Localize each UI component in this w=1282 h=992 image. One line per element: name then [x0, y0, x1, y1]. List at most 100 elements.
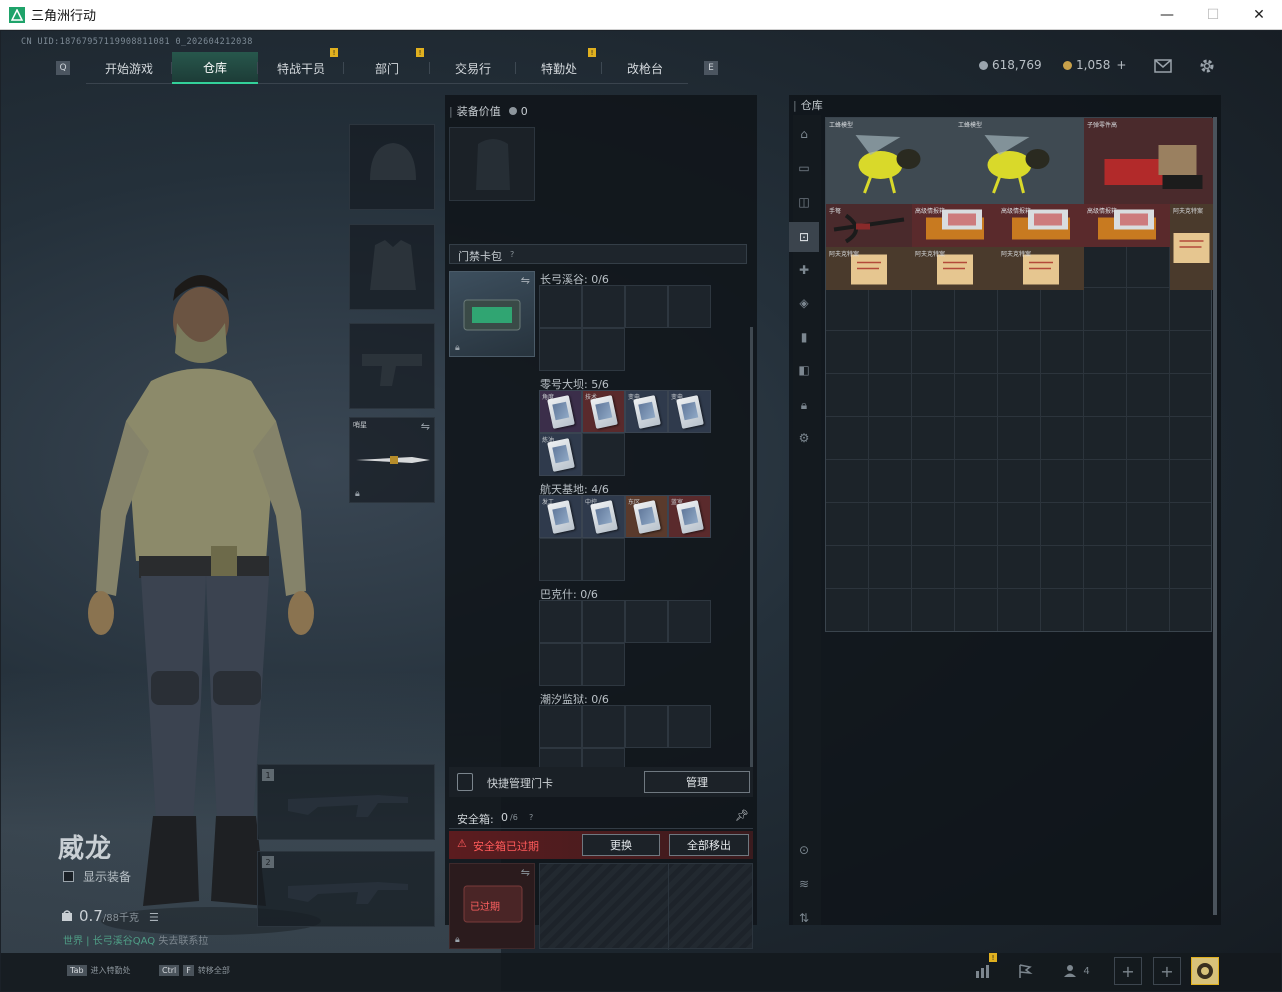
show-equipment-toggle[interactable]: 显示装备: [63, 868, 131, 885]
keycard-slot[interactable]: [582, 285, 625, 328]
tab-4[interactable]: 交易行: [430, 52, 516, 84]
warehouse-item[interactable]: 高级情报箱: [912, 204, 998, 247]
keycard-item[interactable]: 蓝室: [668, 495, 711, 538]
lock-icon[interactable]: 🔒︎: [789, 390, 819, 420]
keycard-manage-icon: [457, 773, 473, 791]
keycard-slot[interactable]: [668, 705, 711, 748]
tab-5[interactable]: 特勤处!: [516, 48, 602, 84]
list-icon[interactable]: ☰: [149, 911, 159, 924]
squad-icon[interactable]: 4: [1059, 957, 1095, 985]
keycard-item[interactable]: 炼油: [539, 433, 582, 476]
gear-icon[interactable]: ⚙: [789, 423, 819, 453]
armor-slot[interactable]: [349, 224, 435, 310]
equipment-icon[interactable]: ◫: [789, 187, 819, 217]
keys-icon[interactable]: ⊡: [789, 222, 819, 252]
warehouse-scrollbar[interactable]: [1213, 117, 1217, 915]
keycard-item[interactable]: 东区: [625, 495, 668, 538]
checkbox[interactable]: [63, 871, 74, 882]
scrollbar[interactable]: [750, 327, 753, 767]
keycard-slot[interactable]: [582, 433, 625, 476]
keycard-slot[interactable]: [539, 538, 582, 581]
gold-currency[interactable]: 1,058 +: [1063, 58, 1126, 72]
warehouse-item[interactable]: 阿夫克特案: [998, 247, 1084, 290]
warehouse-grid[interactable]: 工蜂模型 工蜂模型 子弹零件高 手弩 高级情报箱 高级情报箱 高级情报箱 阿夫克特案 阿夫克特案…: [825, 117, 1213, 632]
tab-2[interactable]: 特战干员!: [258, 48, 344, 84]
keycard-item[interactable]: 发工: [539, 495, 582, 538]
keycard-slot[interactable]: [582, 705, 625, 748]
tab-0[interactable]: 开始游戏: [86, 52, 172, 84]
nav-prev-key[interactable]: Q: [56, 61, 70, 75]
keycard-slot[interactable]: [668, 600, 711, 643]
tab-hint[interactable]: Tab 进入特勤处: [67, 965, 131, 976]
nav-next-key[interactable]: E: [704, 61, 718, 75]
keycard-slot[interactable]: [625, 705, 668, 748]
warehouse-item[interactable]: 工蜂模型: [826, 118, 955, 204]
close-button[interactable]: ✕: [1236, 0, 1282, 30]
keycard-item[interactable]: 角度: [539, 390, 582, 433]
keycard-slot[interactable]: [625, 600, 668, 643]
keycard-item[interactable]: 变电: [668, 390, 711, 433]
keycard-slot[interactable]: [625, 285, 668, 328]
warehouse-item[interactable]: 阿夫克特案: [826, 247, 912, 290]
mail-icon[interactable]: [1153, 56, 1173, 76]
keycard-item[interactable]: 中控: [582, 495, 625, 538]
backpack-slot[interactable]: [449, 127, 535, 201]
ammo-icon[interactable]: ▮: [789, 322, 819, 352]
swap-icon[interactable]: ⇋: [521, 274, 530, 287]
primary-weapon-slot[interactable]: 1: [257, 764, 435, 840]
help-icon[interactable]: ?: [510, 250, 514, 259]
manage-button[interactable]: 管理: [644, 771, 750, 793]
keycard-slot[interactable]: [539, 600, 582, 643]
flag-icon[interactable]: [1011, 957, 1039, 985]
keycard-slot[interactable]: [582, 600, 625, 643]
keycard-item[interactable]: 技术: [582, 390, 625, 433]
helmet-slot[interactable]: [349, 124, 435, 210]
keycard-case-slot[interactable]: ⇋ 🔒︎: [449, 271, 535, 357]
layers-icon[interactable]: ≋: [789, 869, 819, 899]
misc-icon[interactable]: ◧: [789, 355, 819, 385]
keycard-slot[interactable]: [539, 705, 582, 748]
keycard-slot[interactable]: [582, 328, 625, 371]
invite-slot-1[interactable]: +: [1114, 957, 1142, 985]
warehouse-item[interactable]: 手弩: [826, 204, 912, 247]
maximize-button[interactable]: ☐: [1190, 0, 1236, 30]
melee-slot[interactable]: 哨星 ⇋ 🔒︎: [349, 417, 435, 503]
keycard-slot[interactable]: [582, 643, 625, 686]
warehouse-item[interactable]: 阿夫克特案: [912, 247, 998, 290]
warehouse-item[interactable]: 工蜂模型: [955, 118, 1084, 204]
pin-icon[interactable]: 📌︎: [735, 809, 749, 822]
move-all-button[interactable]: 全部移出: [669, 834, 749, 856]
keycard-slot[interactable]: [539, 328, 582, 371]
transfer-all-hint[interactable]: Ctrl F 转移全部: [159, 965, 230, 976]
camera-icon[interactable]: ⊙: [789, 835, 819, 865]
tab-1[interactable]: 仓库: [172, 52, 258, 84]
safebox-slot[interactable]: ⇋ 已过期 🔒︎: [449, 863, 535, 949]
tab-3[interactable]: 部门!: [344, 48, 430, 84]
warehouse-item[interactable]: 高级情报箱: [998, 204, 1084, 247]
minimize-button[interactable]: —: [1144, 0, 1190, 30]
stats-icon[interactable]: !: [969, 953, 997, 985]
help-icon[interactable]: ?: [529, 813, 533, 822]
weapons-icon[interactable]: ▭: [789, 153, 819, 183]
avatar[interactable]: [1191, 957, 1219, 985]
secondary-weapon-slot[interactable]: 2: [257, 851, 435, 927]
keycard-item[interactable]: 变电: [625, 390, 668, 433]
swap-icon[interactable]: ⇋: [521, 866, 530, 879]
keycard-slot[interactable]: [539, 643, 582, 686]
collectibles-icon[interactable]: ◈: [789, 288, 819, 318]
medical-icon[interactable]: ✚: [789, 255, 819, 285]
sort-icon[interactable]: ⇅: [789, 903, 819, 933]
pistol-slot[interactable]: [349, 323, 435, 409]
invite-slot-2[interactable]: +: [1153, 957, 1181, 985]
keycard-slot[interactable]: [582, 538, 625, 581]
tab-6[interactable]: 改枪台: [602, 52, 688, 84]
gear-icon[interactable]: [1197, 56, 1217, 76]
all-items-icon[interactable]: ⌂: [789, 119, 819, 149]
warehouse-item[interactable]: 子弹零件高: [1084, 118, 1213, 204]
warehouse-item[interactable]: 阿夫克特案: [1170, 204, 1213, 290]
gold-add-button[interactable]: +: [1116, 58, 1126, 72]
warehouse-item[interactable]: 高级情报箱: [1084, 204, 1170, 247]
keycard-slot[interactable]: [668, 285, 711, 328]
keycard-slot[interactable]: [539, 285, 582, 328]
replace-button[interactable]: 更换: [582, 834, 660, 856]
